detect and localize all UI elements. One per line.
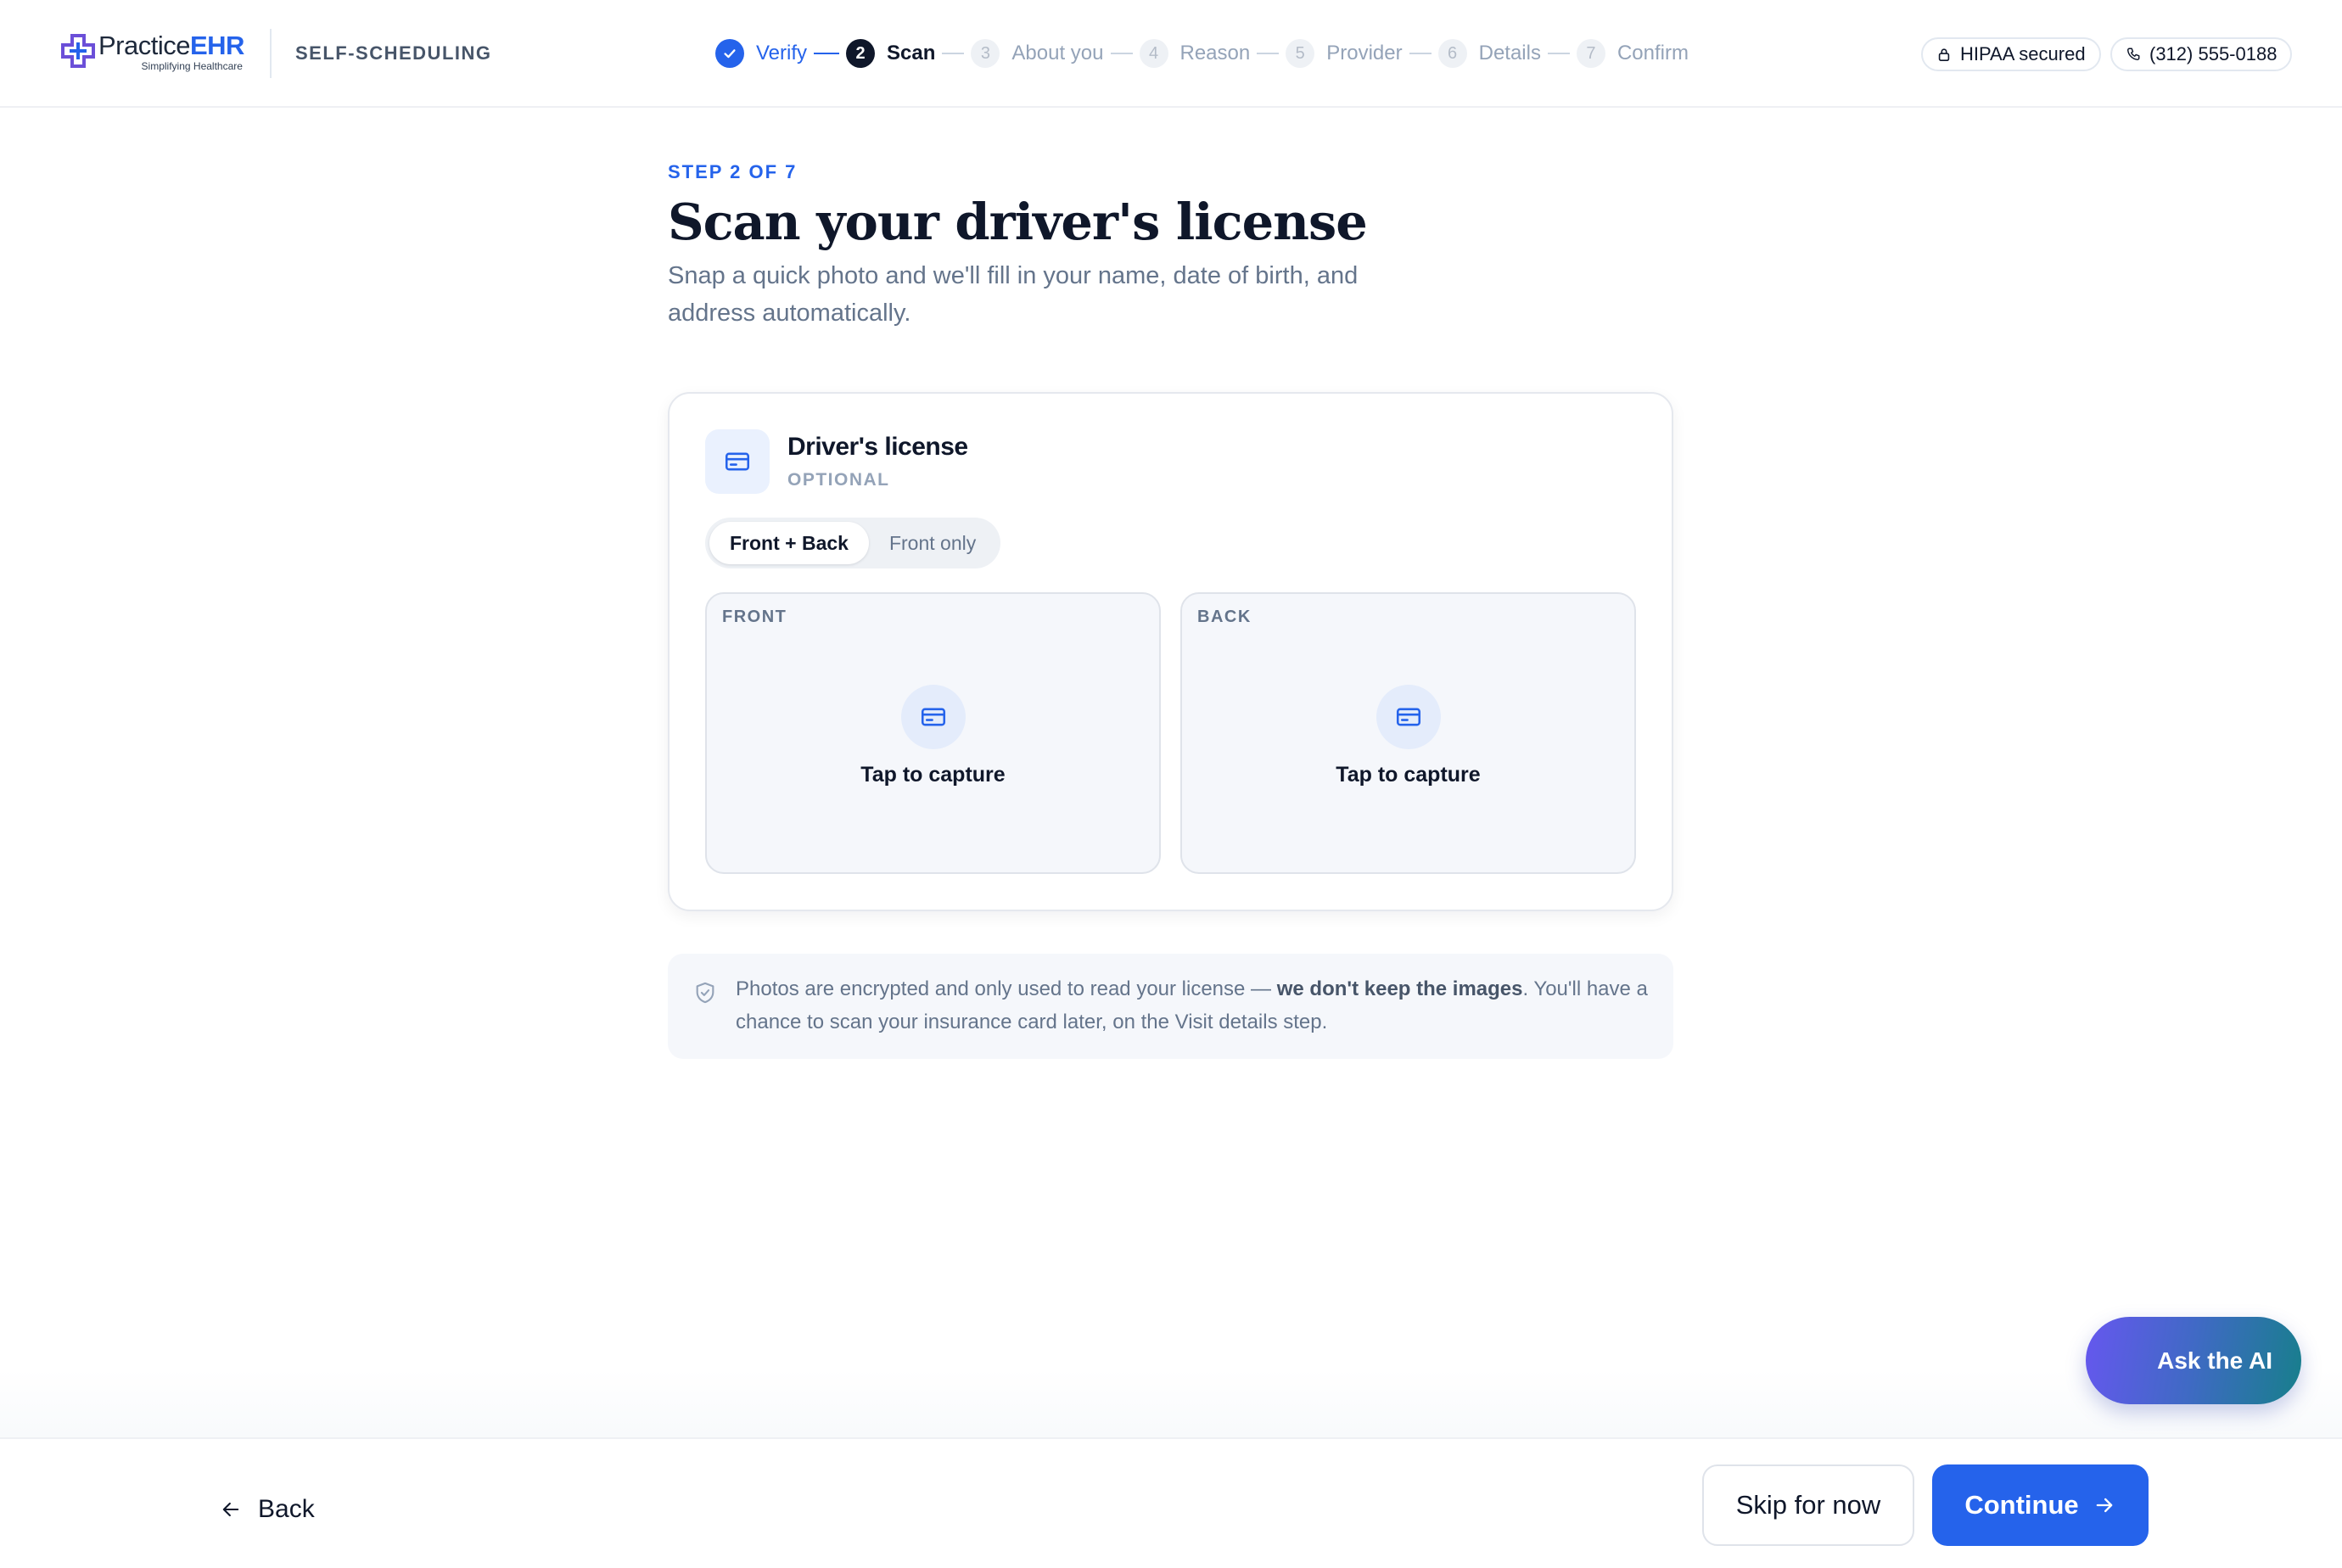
back-label: Back bbox=[258, 1495, 315, 1523]
privacy-notice-emphasis: we don't keep the images bbox=[1276, 977, 1523, 1000]
step-connector bbox=[942, 53, 965, 54]
id-card-icon bbox=[901, 685, 966, 749]
step-label: Provider bbox=[1326, 42, 1403, 64]
logo-tagline: Simplifying Healthcare bbox=[141, 60, 243, 72]
page-title: Scan your driver's license bbox=[668, 193, 1368, 251]
step-label: Verify bbox=[756, 42, 808, 64]
continue-label: Continue bbox=[1964, 1490, 2079, 1520]
step-provider: 5 Provider bbox=[1286, 39, 1403, 68]
step-connector bbox=[1257, 53, 1280, 54]
step-confirm: 7 Confirm bbox=[1576, 39, 1689, 68]
header: PracticeEHR Simplifying Healthcare SELF-… bbox=[0, 0, 2342, 108]
footer-fade bbox=[0, 1369, 2342, 1437]
step-about-you: 3 About you bbox=[971, 39, 1104, 68]
optional-label: OPTIONAL bbox=[787, 470, 890, 490]
check-icon bbox=[715, 39, 744, 68]
footer-bar: Back Skip for now Continue bbox=[0, 1437, 2342, 1568]
header-divider bbox=[270, 29, 272, 78]
mode-front-back[interactable]: Front + Back bbox=[709, 522, 869, 564]
step-connector bbox=[814, 53, 840, 54]
step-label: Scan bbox=[887, 42, 936, 64]
step-number: 4 bbox=[1139, 39, 1168, 68]
step-connector bbox=[1547, 53, 1570, 54]
mode-front-only[interactable]: Front only bbox=[869, 522, 996, 564]
privacy-notice: Photos are encrypted and only used to re… bbox=[668, 954, 1673, 1059]
shield-check-icon bbox=[696, 982, 714, 1004]
document-title: Driver's license bbox=[787, 433, 968, 461]
step-label: Confirm bbox=[1616, 42, 1689, 64]
capture-mode-toggle: Front + Back Front only bbox=[705, 518, 1001, 568]
step-label: Reason bbox=[1179, 42, 1251, 64]
license-card: Driver's license OPTIONAL Front + Back F… bbox=[668, 392, 1673, 911]
step-connector bbox=[1409, 53, 1432, 54]
arrow-right-icon bbox=[2096, 1498, 2112, 1513]
capture-front-text: Tap to capture bbox=[860, 763, 1006, 787]
lock-icon bbox=[1938, 48, 1950, 62]
stepper: Verify 2 Scan 3 About you 4 Reason 5 Pro… bbox=[715, 37, 1689, 70]
step-label: About you bbox=[1011, 42, 1104, 64]
hipaa-label: HIPAA secured bbox=[1960, 43, 2086, 64]
step-number: 6 bbox=[1437, 39, 1467, 68]
step-number: 2 bbox=[846, 39, 876, 68]
skip-button[interactable]: Skip for now bbox=[1702, 1464, 1914, 1546]
step-number: 5 bbox=[1286, 39, 1315, 68]
medical-cross-icon bbox=[61, 34, 95, 68]
step-verify[interactable]: Verify bbox=[715, 39, 807, 68]
main-content: STEP 2 OF 7 Scan your driver's license S… bbox=[668, 161, 1673, 1059]
arrow-left-icon bbox=[222, 1502, 239, 1517]
step-number: 7 bbox=[1576, 39, 1605, 68]
phone-link[interactable]: (312) 555-0188 bbox=[2110, 37, 2293, 71]
step-scan: 2 Scan bbox=[846, 39, 935, 68]
step-number: 3 bbox=[971, 39, 1000, 68]
ask-ai-button[interactable]: Ask the AI bbox=[2086, 1317, 2301, 1404]
privacy-notice-text: Photos are encrypted and only used to re… bbox=[736, 977, 1648, 1033]
logo-wordmark: PracticeEHR bbox=[98, 31, 244, 60]
hipaa-badge: HIPAA secured bbox=[1921, 37, 2101, 71]
step-details: 6 Details bbox=[1437, 39, 1541, 68]
back-button[interactable]: Back bbox=[219, 1495, 315, 1524]
step-connector bbox=[1110, 53, 1133, 54]
phone-label: (312) 555-0188 bbox=[2149, 43, 2278, 64]
continue-button[interactable]: Continue bbox=[1932, 1464, 2149, 1546]
step-reason: 4 Reason bbox=[1139, 39, 1251, 68]
capture-back[interactable]: BACK Tap to capture bbox=[1180, 592, 1636, 874]
capture-front[interactable]: FRONT Tap to capture bbox=[705, 592, 1161, 874]
id-card-icon bbox=[1376, 685, 1441, 749]
step-eyebrow: STEP 2 OF 7 bbox=[668, 161, 798, 182]
step-label: Details bbox=[1478, 42, 1541, 64]
capture-back-text: Tap to capture bbox=[1336, 763, 1481, 787]
page-subtitle: Snap a quick photo and we'll fill in you… bbox=[668, 261, 1359, 327]
capture-back-label: BACK bbox=[1197, 608, 1252, 626]
product-label: SELF-SCHEDULING bbox=[295, 42, 492, 64]
phone-icon bbox=[2126, 48, 2140, 61]
practice-ehr-logo[interactable]: PracticeEHR Simplifying Healthcare bbox=[59, 32, 244, 75]
id-card-icon bbox=[705, 429, 770, 494]
capture-front-label: FRONT bbox=[722, 608, 787, 626]
